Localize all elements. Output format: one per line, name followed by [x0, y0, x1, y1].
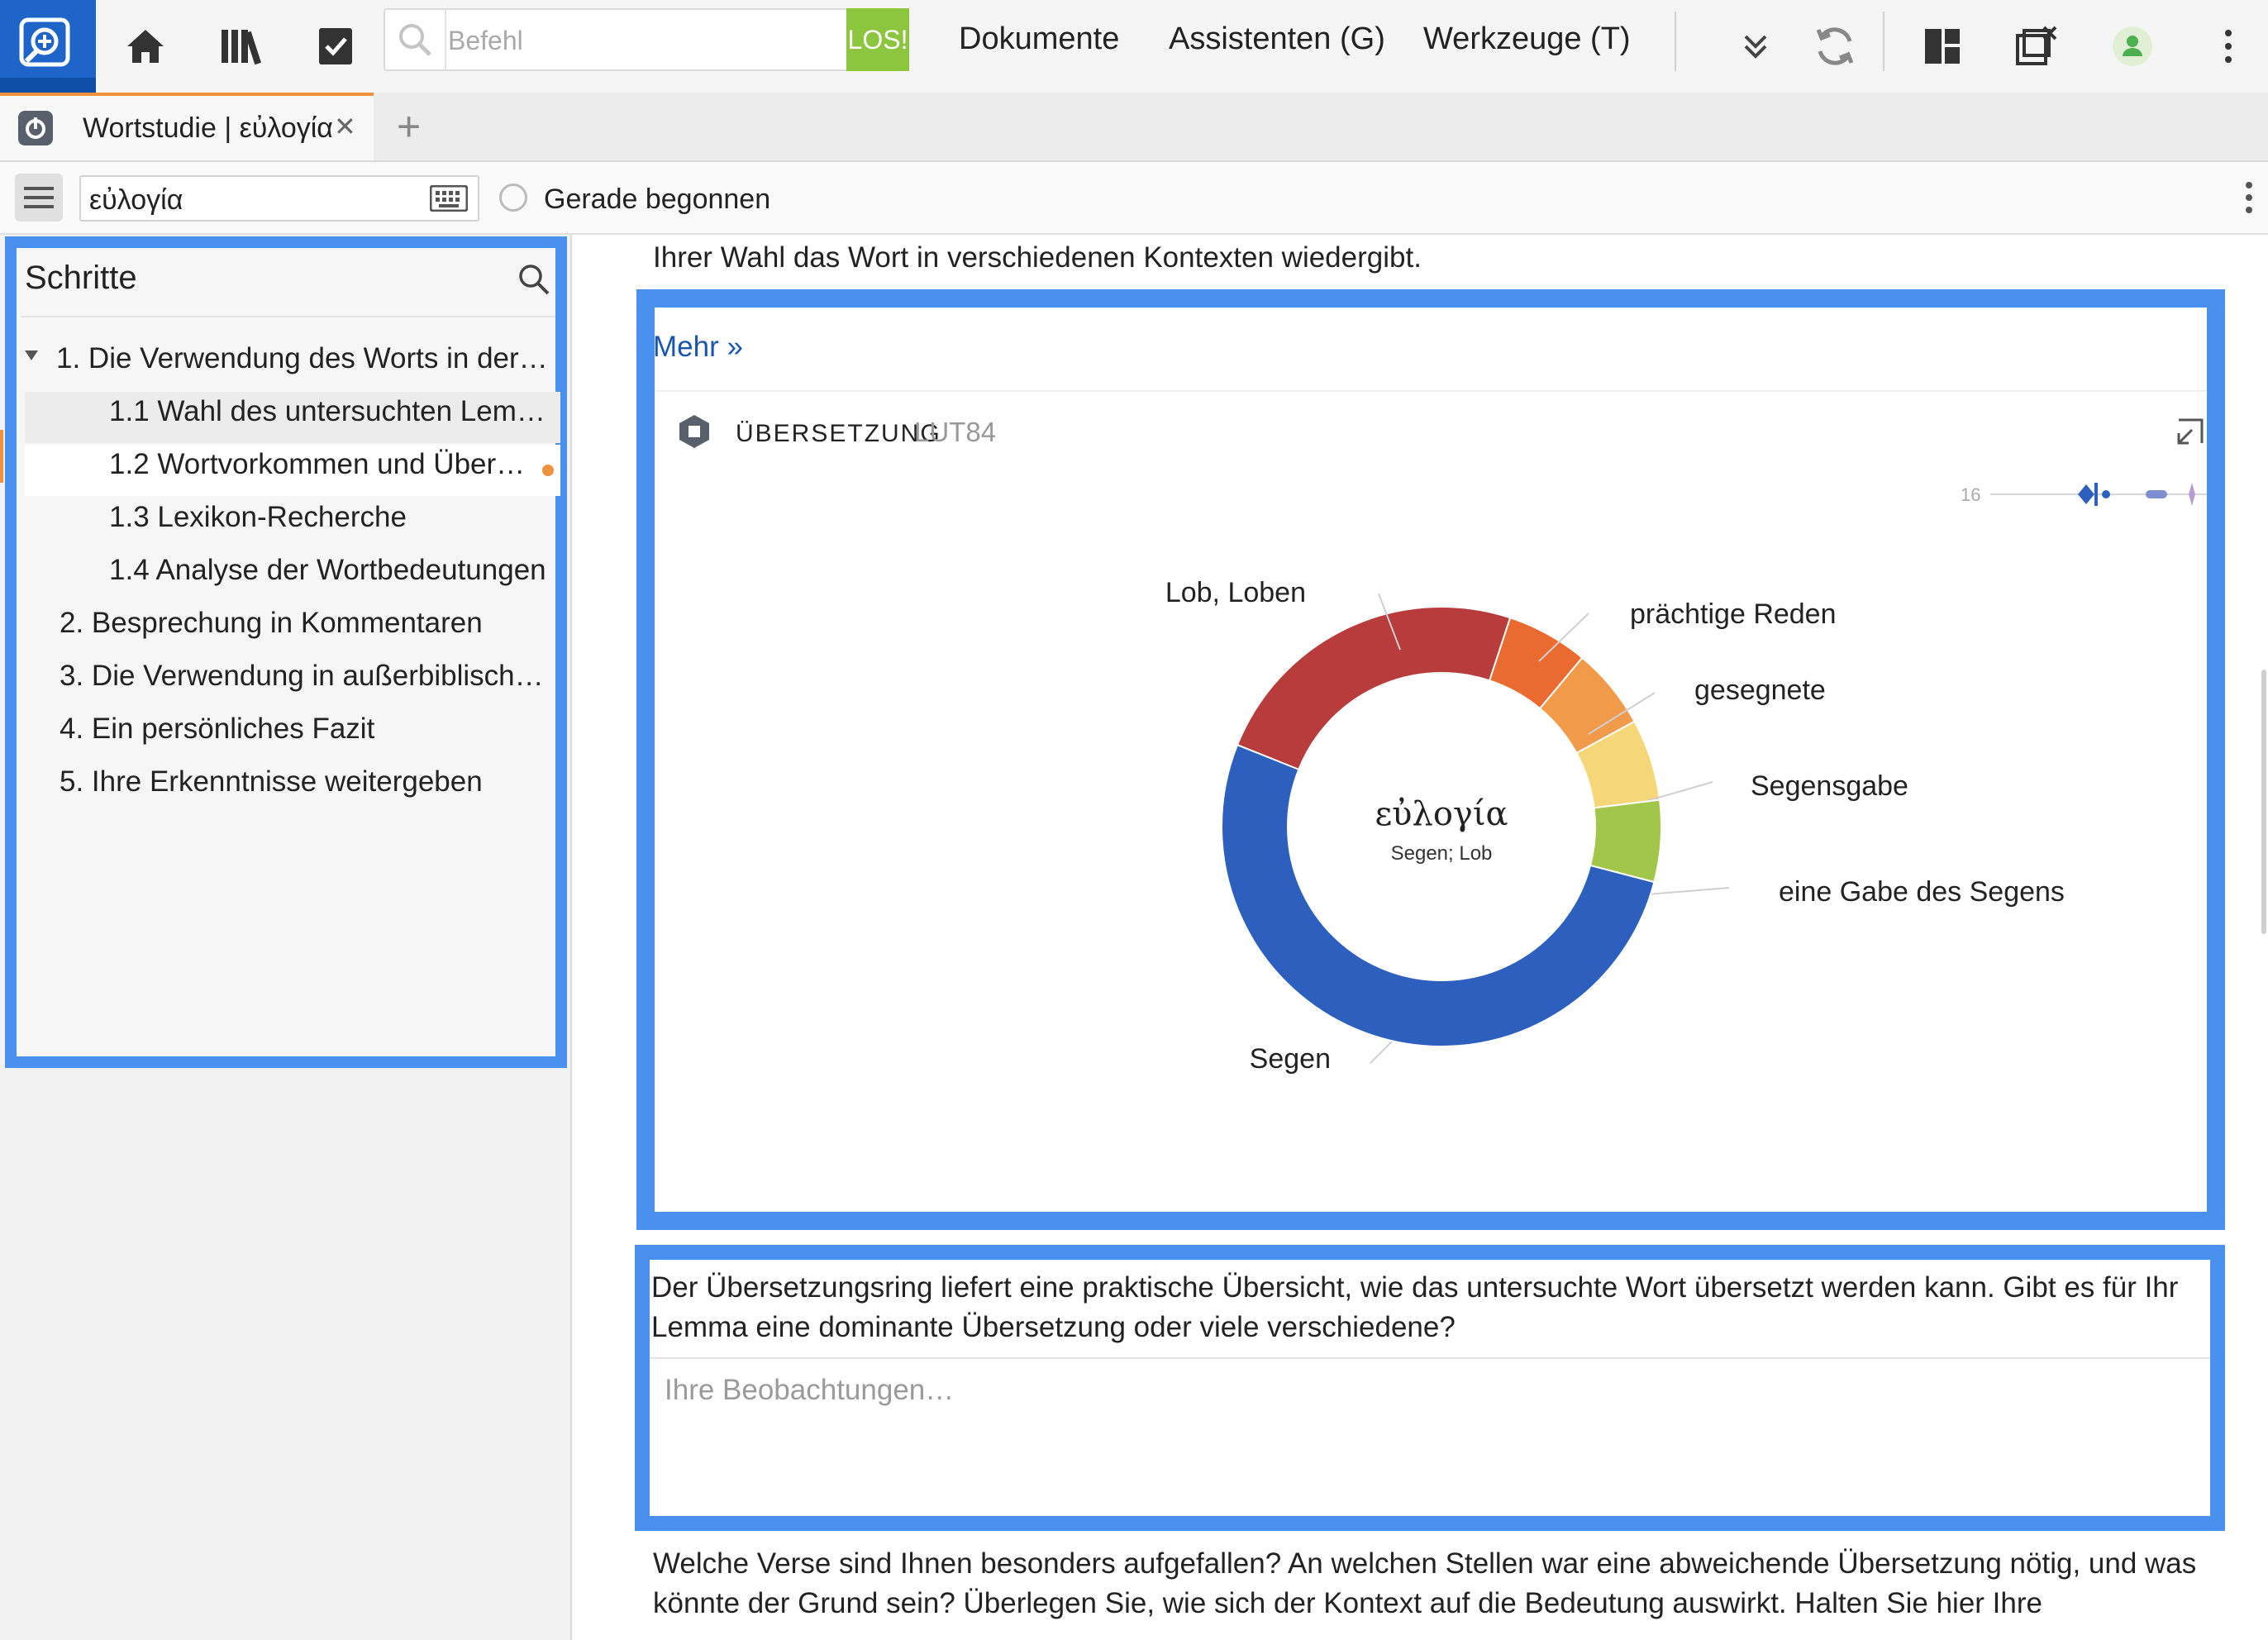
tab-title: Wortstudie | εὐλογία [83, 112, 333, 144]
progress-radio[interactable] [499, 184, 527, 212]
translation-donut-chart: Lob, Loben prächtige Reden gesegnete Segens… [1165, 577, 2065, 1075]
lemma-box [79, 175, 479, 222]
step-5[interactable]: 5. Ihre Erkenntnisse weitergeben [60, 765, 483, 799]
observations-textarea[interactable] [663, 1372, 2195, 1475]
command-box [384, 8, 909, 71]
slice-label-1[interactable]: Lob, Loben [1165, 577, 1306, 608]
menu-tools[interactable]: Werkzeuge (T) [1423, 21, 1631, 57]
main-scrollbar[interactable] [2261, 670, 2266, 934]
steps-title: Schritte [25, 260, 137, 296]
caret-down-icon[interactable] [25, 350, 38, 362]
slice-label-2[interactable]: prächtige Reden [1630, 598, 1837, 630]
checklist-icon[interactable] [304, 15, 367, 78]
command-input[interactable] [446, 18, 813, 63]
toolbar-divider [1675, 12, 1676, 71]
keyboard-icon[interactable] [430, 185, 468, 212]
toolbar-divider [1883, 12, 1884, 71]
steps-panel: Schritte 1. Die Verwendung des Worts in … [5, 236, 567, 1068]
hamburger-icon [24, 187, 54, 208]
step-1-1[interactable]: 1.1 Wahl des untersuchten Lem… [109, 395, 546, 428]
step-1[interactable]: 1. Die Verwendung des Worts in der… [56, 342, 548, 375]
notes-question: Der Übersetzungsring liefert eine prakti… [651, 1271, 2179, 1343]
chevron-double-down-icon[interactable] [1724, 15, 1787, 78]
go-button[interactable]: LOS! [846, 8, 909, 71]
step-1-4[interactable]: 1.4 Analyse der Wortbedeutungen [109, 554, 546, 587]
center-gloss: Segen; Lob [1391, 842, 1493, 865]
sync-icon[interactable] [1803, 15, 1866, 78]
bottom-text: Welche Verse sind Ihnen besonders aufgef… [653, 1547, 2197, 1619]
search-bar: Gerade begonnen [0, 162, 2268, 235]
layouts-icon[interactable] [1911, 15, 1974, 78]
app-logo[interactable] [0, 0, 96, 93]
slice-label-4[interactable]: Segensgabe [1751, 770, 1908, 802]
leader-line-6 [1370, 1041, 1393, 1064]
step-1-2[interactable]: 1.2 Wortvorkommen und Über… [109, 448, 525, 481]
tab-word-study[interactable]: Wortstudie | εὐλογία ✕ [0, 93, 374, 160]
intro-text: Ihrer Wahl das Wort in verschiedenen Kon… [653, 241, 1422, 274]
translation-chart-panel: Mehr » ÜBERSETZUNG LUT84 16 Lob, Loben pr… [636, 289, 2225, 1230]
steps-title-divider [21, 316, 555, 317]
current-step-dot [542, 465, 554, 476]
lemma-input[interactable] [88, 182, 413, 218]
slice-label-3[interactable]: gesegnete [1694, 675, 1826, 706]
step-3[interactable]: 3. Die Verwendung in außerbiblisch… [60, 660, 544, 693]
top-toolbar: LOS! Dokumente Assistenten (G) Werkzeuge… [0, 0, 2268, 93]
menu-documents[interactable]: Dokumente [959, 21, 1119, 57]
user-avatar-icon[interactable] [2101, 15, 2164, 78]
notes-panel: Der Übersetzungsring liefert eine prakti… [635, 1245, 2225, 1531]
logos-search-icon [0, 17, 96, 93]
step-1-3[interactable]: 1.3 Lexikon-Recherche [109, 501, 407, 534]
search-bar-more-icon[interactable] [2243, 180, 2255, 219]
tab-bar: Wortstudie | εὐλογία ✕ + [0, 93, 2268, 162]
slice-label-6[interactable]: Segen [1250, 1043, 1331, 1075]
step-4[interactable]: 4. Ein persönliches Fazit [60, 713, 374, 746]
menu-assistants[interactable]: Assistenten (G) [1169, 21, 1385, 57]
progress-status-label: Gerade begonnen [544, 184, 771, 215]
panel-menu-button[interactable] [15, 174, 63, 222]
search-icon[interactable] [517, 263, 550, 296]
slice-label-5[interactable]: eine Gabe des Segens [1779, 876, 2065, 908]
tab-close-button[interactable]: ✕ [334, 111, 356, 142]
library-icon[interactable] [210, 15, 273, 78]
word-study-icon [18, 111, 53, 145]
center-word: εὐλογία [1375, 795, 1508, 833]
more-vertical-icon[interactable] [2197, 15, 2260, 78]
sidebar-edge-marker [0, 430, 3, 483]
new-tab-button[interactable]: + [397, 102, 421, 150]
search-icon [399, 24, 431, 56]
notes-divider [650, 1357, 2210, 1359]
donut-slice-1[interactable] [1236, 606, 1512, 771]
donut-slice-6[interactable] [1221, 743, 1656, 1047]
step-2[interactable]: 2. Besprechung in Kommentaren [60, 607, 483, 640]
close-panels-icon[interactable] [2005, 15, 2068, 78]
home-icon[interactable] [114, 15, 177, 78]
